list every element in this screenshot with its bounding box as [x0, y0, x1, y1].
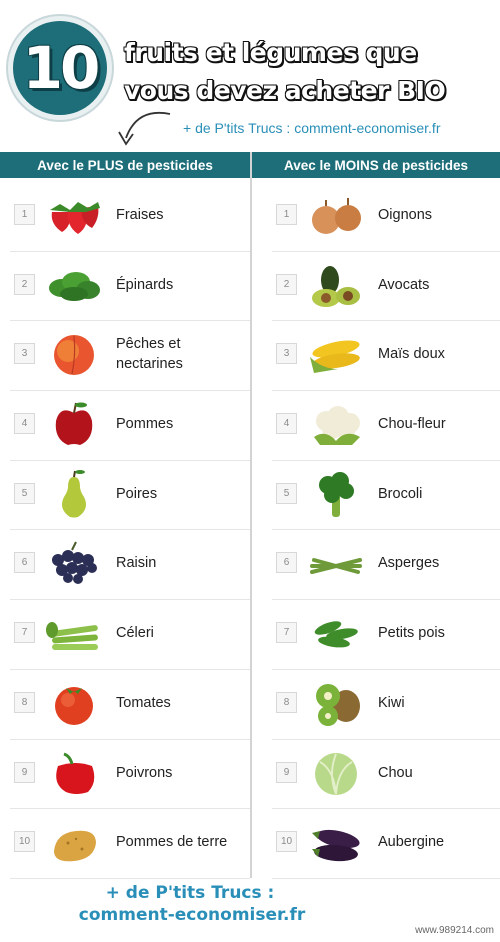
item-number: 8 [14, 691, 35, 713]
item-label: Petits pois [378, 625, 445, 642]
item-number: 9 [276, 761, 297, 783]
kiwi-icon [316, 683, 360, 726]
list-item: 3 Pêches et nectarines [10, 321, 250, 392]
list-item: 7 Céleri [10, 600, 250, 670]
item-label: Raisin [116, 555, 157, 572]
list-item: 7 Petits pois [272, 600, 500, 670]
list-item: 6 Asperges [272, 530, 500, 601]
item-label: Pommes de terre [116, 834, 228, 851]
number-badge: 10 [8, 16, 112, 120]
item-number: 6 [276, 552, 297, 574]
item-label: Céleri [116, 625, 154, 642]
list-item: 1 Oignons [272, 182, 500, 252]
item-number: 2 [276, 273, 297, 295]
item-label: Aubergine [378, 834, 445, 851]
item-number: 1 [14, 204, 35, 225]
peas-icon [314, 621, 358, 648]
item-number: 6 [14, 552, 35, 574]
item-number: 10 [14, 831, 35, 853]
list-item: 2 Avocats [272, 252, 500, 322]
list-item: 10 Aubergine [272, 809, 500, 879]
item-number: 5 [14, 482, 35, 504]
item-label: Avocats [378, 276, 430, 293]
spinach-icon [49, 271, 100, 301]
item-number: 9 [14, 761, 35, 783]
item-number: 4 [14, 413, 35, 435]
asparagus-icon [310, 558, 362, 575]
list-item: 9 Poivrons [10, 740, 250, 810]
avocado-icon [312, 265, 360, 307]
footer-line-1[interactable]: + de P'tits Trucs : [0, 882, 500, 904]
item-label: Tomates [116, 694, 171, 711]
cauliflower-icon [314, 406, 360, 446]
bell-pepper-icon [56, 752, 95, 794]
list-item: 10 Pommes de terre [10, 809, 250, 879]
peach-icon [54, 335, 94, 376]
item-label: Chou [378, 764, 413, 781]
header: 10 fruits et légumes que vous devez ache… [0, 0, 500, 150]
list-item: 4 Chou-fleur [272, 391, 500, 461]
potato-icon [54, 830, 96, 862]
column-divider [250, 152, 252, 878]
right-list: 1 Oignons 2 Avocats 3 Maïs doux 4 Chou-f… [272, 182, 500, 879]
item-label: Pêches et nectarines [116, 336, 183, 373]
list-item: 6 Raisin [10, 530, 250, 601]
item-label: Poivrons [116, 764, 173, 781]
item-label: Fraises [116, 207, 164, 223]
item-label: Oignons [378, 207, 433, 223]
apple-icon [55, 402, 93, 446]
item-number: 7 [14, 622, 35, 644]
curved-arrow-icon [118, 112, 171, 146]
eggplant-icon [312, 830, 360, 862]
celery-icon [46, 622, 98, 651]
strawberry-icon [50, 202, 100, 234]
list-item: 4 Pommes [10, 391, 250, 461]
item-number: 1 [276, 204, 297, 225]
cabbage-icon [315, 752, 357, 795]
list-item: 5 Brocoli [272, 461, 500, 531]
item-label: Épinards [116, 276, 174, 293]
left-column-header: Avec le PLUS de pesticides [0, 152, 250, 178]
item-label: Kiwi [378, 694, 405, 711]
item-label: Maïs doux [378, 346, 445, 363]
list-item: 8 Tomates [10, 670, 250, 740]
onion-icon [312, 198, 361, 234]
grapes-icon [52, 541, 97, 585]
item-label: Asperges [378, 555, 440, 572]
pear-icon [62, 469, 86, 518]
badge-number: 10 [22, 34, 101, 102]
item-number: 7 [276, 622, 297, 644]
list-item: 5 Poires [10, 461, 250, 531]
tomato-icon [55, 686, 93, 725]
list-item: 9 Chou [272, 740, 500, 810]
list-item: 2 Épinards [10, 252, 250, 322]
corn-icon [310, 340, 360, 374]
item-number: 5 [276, 482, 297, 504]
item-number: 4 [276, 413, 297, 435]
item-label: Chou-fleur [378, 416, 446, 433]
item-number: 8 [276, 691, 297, 713]
item-number: 10 [276, 831, 297, 853]
footer-link[interactable]: comment-economiser.fr [0, 904, 500, 926]
item-number: 3 [276, 343, 297, 365]
left-list: 1 Fraises 2 Épinards 3 Pêches et nectari… [10, 182, 250, 879]
list-item: 8 Kiwi [272, 670, 500, 740]
header-link[interactable]: + de P'tits Trucs : comment-economiser.f… [183, 120, 440, 136]
list-item: 3 Maïs doux [272, 321, 500, 392]
item-label: Pommes [116, 416, 174, 433]
item-label: Brocoli [378, 485, 423, 502]
title-line-2: vous devez acheter BIO [124, 76, 446, 105]
footer: + de P'tits Trucs : comment-economiser.f… [0, 882, 500, 942]
right-column-header: Avec le MOINS de pesticides [252, 152, 500, 178]
title-line-1: fruits et légumes que [124, 38, 417, 67]
item-number: 3 [14, 343, 35, 365]
list-item: 1 Fraises [10, 182, 250, 252]
watermark: www.989214.com [415, 925, 494, 936]
broccoli-icon [319, 471, 354, 517]
item-label: Poires [116, 485, 158, 502]
item-number: 2 [14, 273, 35, 295]
